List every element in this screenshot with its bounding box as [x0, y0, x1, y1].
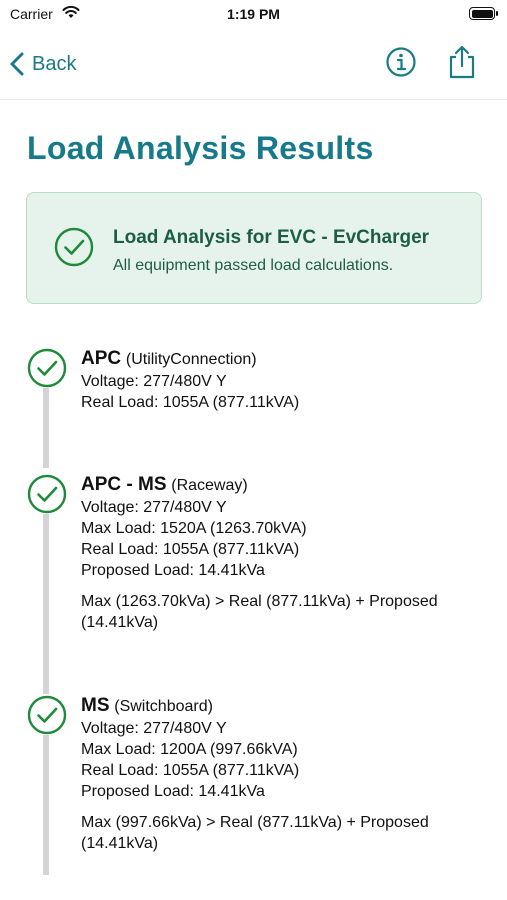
checkmark-circle-icon: [54, 227, 94, 267]
equipment-item: APC - MS (Raceway) Voltage: 277/480V Y M…: [81, 474, 491, 633]
equipment-detail: Max Load: 1520A (1263.70kVA): [81, 520, 307, 537]
timeline-connector: [43, 514, 49, 694]
equipment-detail: Real Load: 1055A (877.11kVA): [81, 541, 300, 558]
equipment-name: MS: [81, 695, 110, 716]
back-button[interactable]: Back: [10, 48, 76, 80]
equipment-item: APC (UtilityConnection) Voltage: 277/480…: [81, 348, 491, 413]
checkmark-circle-icon: [27, 348, 67, 388]
equipment-type: (Switchboard): [114, 698, 213, 715]
equipment-detail: Voltage: 277/480V Y: [81, 499, 227, 516]
equipment-type: (Raceway): [171, 477, 248, 494]
equipment-item: MS (Switchboard) Voltage: 277/480V Y Max…: [81, 695, 491, 854]
navigation-bar: Back: [0, 30, 507, 100]
share-icon[interactable]: [446, 44, 478, 80]
timeline-connector: [43, 735, 49, 875]
summary-title: Load Analysis for EVC - EvCharger: [113, 227, 430, 248]
info-icon[interactable]: [385, 46, 417, 78]
status-bar: Carrier 1:19 PM: [0, 0, 507, 30]
battery-icon: [469, 7, 498, 20]
equipment-detail: Real Load: 1055A (877.11kVA): [81, 762, 300, 779]
equipment-detail: Real Load: 1055A (877.11kVA): [81, 394, 300, 411]
equipment-detail: Voltage: 277/480V Y: [81, 373, 227, 390]
summary-card: Load Analysis for EVC - EvCharger All eq…: [26, 192, 482, 304]
load-comparison: Max (1263.70kVa) > Real (877.11kVa) + Pr…: [81, 593, 438, 631]
status-time: 1:19 PM: [227, 6, 280, 22]
summary-subtitle: All equipment passed load calculations.: [113, 257, 394, 274]
back-label: Back: [32, 52, 77, 75]
checkmark-circle-icon: [27, 474, 67, 514]
chevron-left-icon: [10, 52, 24, 76]
equipment-detail: Proposed Load: 14.41kVa: [81, 562, 265, 579]
page-title: Load Analysis Results: [27, 130, 374, 166]
equipment-name: APC: [81, 348, 122, 369]
equipment-detail: Voltage: 277/480V Y: [81, 720, 227, 737]
equipment-detail: Proposed Load: 14.41kVa: [81, 783, 265, 800]
equipment-type: (UtilityConnection): [125, 351, 257, 368]
load-comparison: Max (997.66kVa) > Real (877.11kVa) + Pro…: [81, 814, 429, 852]
equipment-name: APC - MS: [81, 474, 167, 495]
equipment-detail: Max Load: 1200A (997.66kVA): [81, 741, 298, 758]
timeline-connector: [43, 388, 49, 468]
checkmark-circle-icon: [27, 695, 67, 735]
